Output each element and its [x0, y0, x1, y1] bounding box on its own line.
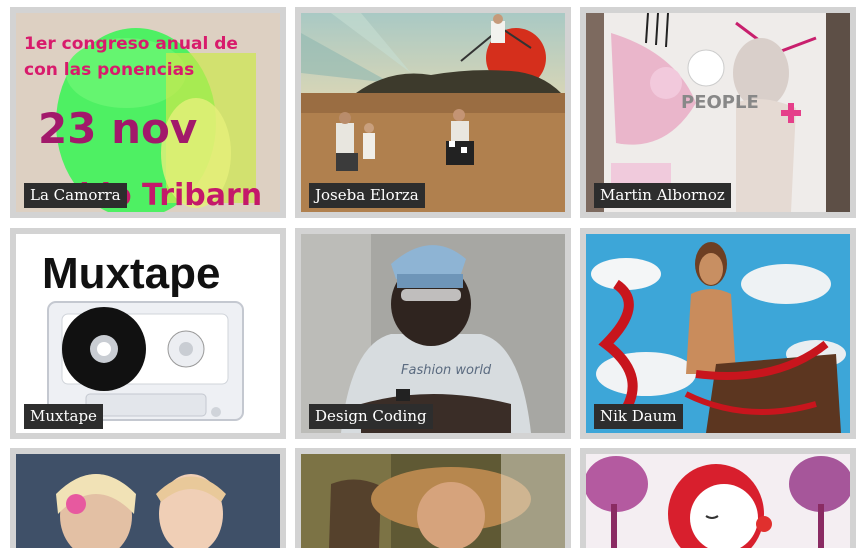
poster-line-1: 1er congreso anual de — [24, 34, 238, 54]
gallery-tile-design-coding[interactable]: Fashion world Design Coding — [295, 228, 571, 439]
gallery-tile-joseba-elorza[interactable]: Joseba Elorza — [295, 7, 571, 218]
gallery-tile-muxtape[interactable]: Muxtape Muxtape — [10, 228, 286, 439]
art-word: PEOPLE — [681, 92, 759, 113]
muxtape-logo-text: Muxtape — [42, 249, 220, 298]
gallery-tile-8[interactable] — [295, 448, 571, 548]
gallery-tile-la-camorra[interactable]: 1er congreso anual de con las ponencias … — [10, 7, 286, 218]
tile-label[interactable]: Joseba Elorza — [309, 183, 425, 208]
gallery-tile-martin-albornoz[interactable]: PEOPLE Martin Albornoz — [580, 7, 856, 218]
gallery-tile-9[interactable] — [580, 448, 856, 548]
tile-label[interactable]: La Camorra — [24, 183, 127, 208]
gallery-tile-7[interactable] — [10, 448, 286, 548]
gallery-tile-nik-daum[interactable]: Nik Daum — [580, 228, 856, 439]
shirt-text: Fashion world — [401, 363, 492, 378]
poster-line-2: con las ponencias — [24, 60, 194, 80]
poster-date: 23 nov — [38, 104, 197, 153]
tile-label[interactable]: Nik Daum — [594, 404, 683, 429]
tile-label[interactable]: Design Coding — [309, 404, 433, 429]
tile-label[interactable]: Muxtape — [24, 404, 103, 429]
tile-label[interactable]: Martin Albornoz — [594, 183, 731, 208]
